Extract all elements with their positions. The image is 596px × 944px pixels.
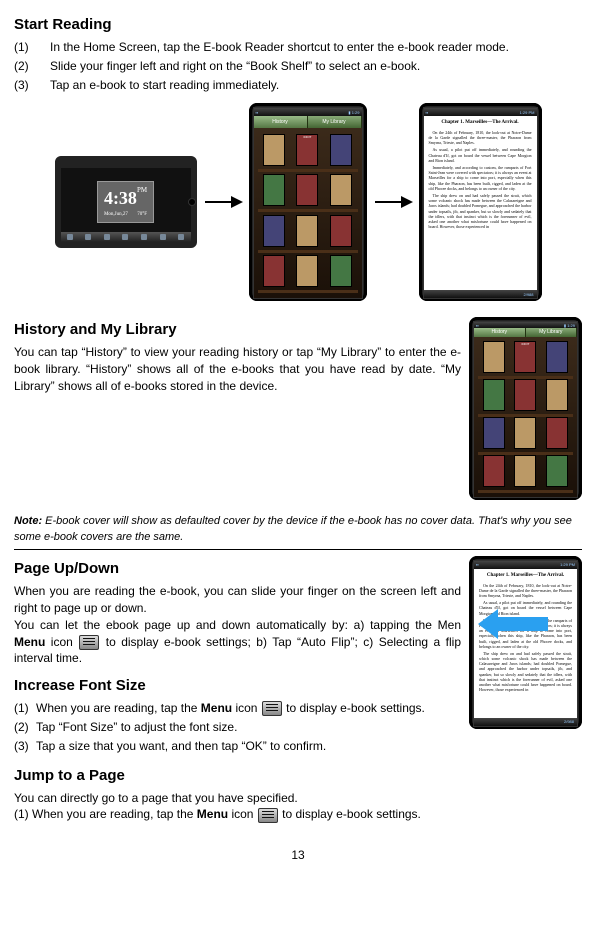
reader-paragraph: On the 24th of February, 1810, the look-… <box>429 130 532 146</box>
step-1: (1) In the Home Screen, tap the E-book R… <box>14 39 582 56</box>
step-text: When you are reading, tap the Menu icon … <box>36 700 461 717</box>
font-step-2: (2) Tap “Font Size” to adjust the font s… <box>14 719 461 736</box>
page-counter: 2/988 <box>523 292 533 298</box>
reader-paragraph: The ship drew on and had safely passed t… <box>429 193 532 229</box>
arrow-right-icon <box>203 192 243 212</box>
page-number: 13 <box>14 847 582 864</box>
step-text: Tap a size that you want, and then tap “… <box>36 738 582 755</box>
step-number: (2) <box>14 58 42 75</box>
reader-figure: ▪▪1:29 PM Chapter 1. Marseilles—The Arri… <box>419 103 542 301</box>
step-number: (3) <box>14 738 36 755</box>
reader-paragraph: As usual, a pilot put off immediately, a… <box>429 147 532 163</box>
tab-my-library: My Library <box>526 328 578 337</box>
step-number: (1) <box>14 700 36 717</box>
step-2: (2) Slide your finger left and right on … <box>14 58 582 75</box>
menu-icon <box>258 808 278 823</box>
step-text: Tap “Font Size” to adjust the font size. <box>36 719 461 736</box>
status-time: 1:29 PM <box>520 110 535 116</box>
step-text: In the Home Screen, tap the E-book Reade… <box>50 39 582 56</box>
swipe-arrow-icon <box>478 609 548 639</box>
section-jump-page-title: Jump to a Page <box>14 765 582 786</box>
illustration-row: 4:38PM Mon,Jun,27 70°F ▪▪▮ 1:29 History … <box>14 103 582 301</box>
font-step-1: (1) When you are reading, tap the Menu i… <box>14 700 461 717</box>
clock-time: 4:38 <box>104 188 137 208</box>
tab-history: History <box>254 116 308 128</box>
section-start-reading-title: Start Reading <box>14 14 582 35</box>
chapter-title: Chapter 1. Marseilles—The Arrival. <box>429 120 532 127</box>
step-text: Slide your finger left and right on the … <box>50 58 582 75</box>
step-number: (1) <box>14 39 42 56</box>
note-block: Note: E-book cover will show as defaulte… <box>14 510 582 550</box>
step-number: (2) <box>14 719 36 736</box>
history-library-figure: ▪▪▮ 1:29 History My Library IDIOT <box>469 317 582 500</box>
jump-page-p2: (1) When you are reading, tap the Menu i… <box>14 806 582 823</box>
font-step-3: (3) Tap a size that you want, and then t… <box>14 738 582 755</box>
home-screen-figure: 4:38PM Mon,Jun,27 70°F <box>55 156 197 248</box>
page-updown-figure: ▪▪1:29 PM Chapter 1. Marseilles—The Arri… <box>469 556 582 729</box>
arrow-right-icon <box>373 192 413 212</box>
menu-icon <box>262 701 282 716</box>
jump-page-p1: You can directly go to a page that you h… <box>14 790 582 807</box>
note-body: E-book cover will show as defaulted cove… <box>14 515 572 542</box>
step-3: (3) Tap an e-book to start reading immed… <box>14 77 582 94</box>
step-text: Tap an e-book to start reading immediate… <box>50 77 582 94</box>
reader-paragraph: Immediately, and according to custom, th… <box>429 165 532 191</box>
clock-ampm: PM <box>137 186 147 194</box>
note-label: Note: <box>14 515 42 527</box>
tab-my-library: My Library <box>308 116 362 128</box>
menu-icon <box>79 635 99 650</box>
tab-history: History <box>474 328 526 337</box>
clock-day: Mon,Jun,27 <box>104 211 128 218</box>
clock-temp: 70°F <box>137 211 147 218</box>
bookshelf-figure: ▪▪▮ 1:29 History My Library IDIOT <box>249 103 367 301</box>
step-number: (3) <box>14 77 42 94</box>
